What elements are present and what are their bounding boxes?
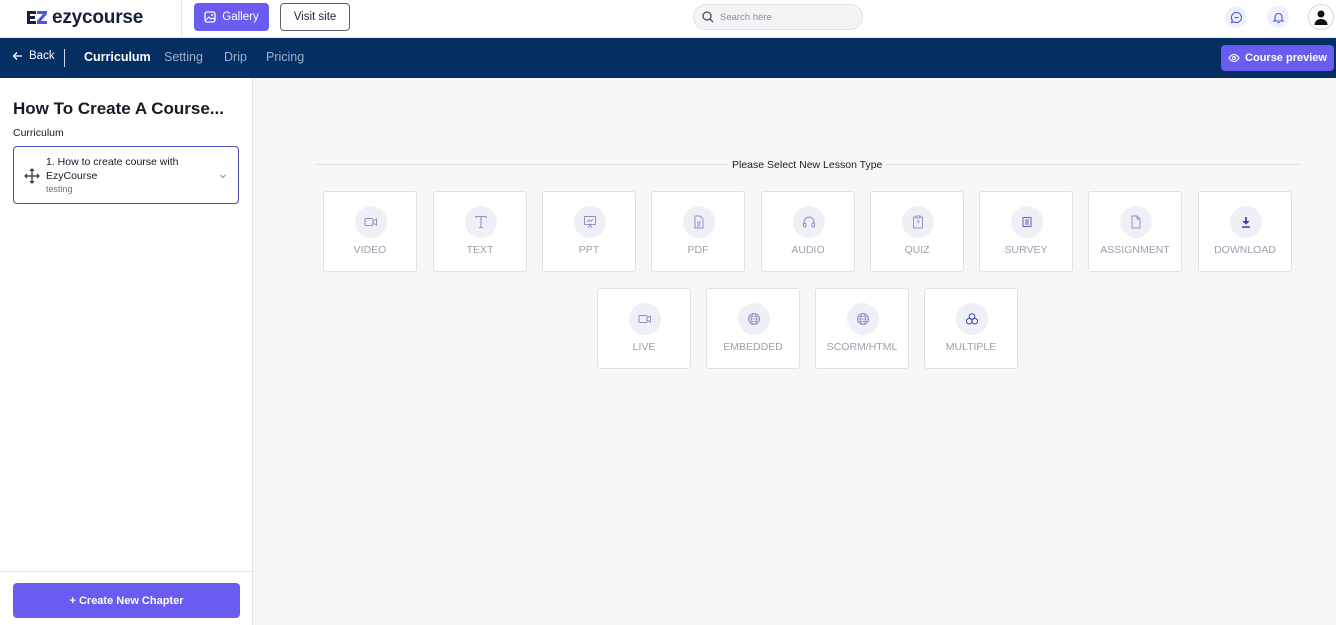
- document-icon: [683, 206, 715, 238]
- search-icon: [702, 11, 714, 23]
- tab-setting[interactable]: Setting: [164, 50, 203, 64]
- search-box[interactable]: [693, 4, 863, 30]
- avatar[interactable]: [1308, 4, 1334, 30]
- logo-text: ezycourse: [52, 7, 144, 28]
- nav-divider: [64, 49, 65, 67]
- lesson-type-video[interactable]: VIDEO: [323, 191, 417, 272]
- sidebar-footer: + Create New Chapter: [0, 571, 253, 625]
- gallery-label: Gallery: [222, 11, 259, 23]
- lesson-type-label: QUIZ: [904, 244, 930, 256]
- lesson-type-label: SURVEY: [1004, 244, 1048, 256]
- user-avatar-icon: [1314, 10, 1328, 25]
- lesson-type-label: PPT: [578, 244, 600, 256]
- lesson-type-label: EMBEDDED: [723, 341, 783, 353]
- live-video-icon: [629, 303, 661, 335]
- chat-icon: [1230, 11, 1242, 23]
- divider: [181, 0, 182, 38]
- lesson-title: 1. How to create course with EzyCourse: [46, 156, 179, 182]
- chevron-down-icon[interactable]: [218, 171, 228, 181]
- lesson-type-label: TEXT: [466, 244, 494, 256]
- file-icon: [1120, 206, 1152, 238]
- lesson-type-embedded[interactable]: EMBEDDED: [706, 288, 800, 369]
- back-button[interactable]: Back: [12, 50, 55, 62]
- multiple-icon: [956, 303, 988, 335]
- survey-icon: [1011, 206, 1043, 238]
- course-preview-label: Course preview: [1245, 52, 1327, 64]
- lesson-type-label: ASSIGNMENT: [1100, 244, 1170, 256]
- lesson-type-multiple[interactable]: MULTIPLE: [924, 288, 1018, 369]
- lesson-type-heading: Please Select New Lesson Type: [728, 159, 887, 171]
- lesson-type-survey[interactable]: SURVEY: [979, 191, 1073, 272]
- lesson-type-download[interactable]: DOWNLOAD: [1198, 191, 1292, 272]
- drag-handle-icon[interactable]: [24, 168, 40, 184]
- gallery-icon: [204, 11, 216, 23]
- back-label: Back: [29, 50, 55, 62]
- lesson-type-label: LIVE: [632, 341, 656, 353]
- lesson-type-label: SCORM/HTML: [826, 341, 898, 353]
- tab-curriculum[interactable]: Curriculum: [84, 50, 151, 64]
- gallery-button[interactable]: Gallery: [194, 3, 269, 31]
- lesson-type-label: AUDIO: [791, 244, 825, 256]
- lesson-item[interactable]: 1. How to create course with EzyCourse t…: [13, 146, 239, 204]
- curriculum-sidebar: How To Create A Course... Curriculum 1. …: [0, 78, 253, 625]
- eye-icon: [1228, 53, 1240, 63]
- logo[interactable]: ezycourse: [26, 6, 143, 30]
- top-bar: ezycourse Gallery Visit site: [0, 0, 1336, 38]
- clipboard-question-icon: [902, 206, 934, 238]
- chat-button[interactable]: [1225, 6, 1247, 28]
- course-title: How To Create A Course...: [13, 99, 224, 118]
- text-icon: [465, 206, 497, 238]
- ezycourse-logo-icon: [27, 11, 47, 24]
- visit-site-button[interactable]: Visit site: [280, 3, 350, 31]
- presentation-icon: [574, 206, 606, 238]
- lesson-type-live[interactable]: LIVE: [597, 288, 691, 369]
- bell-icon: [1272, 12, 1284, 23]
- video-icon: [355, 206, 387, 238]
- notification-button[interactable]: [1267, 6, 1289, 28]
- lesson-type-label: VIDEO: [353, 244, 387, 256]
- tab-drip[interactable]: Drip: [224, 50, 247, 64]
- lesson-type-text[interactable]: TEXT: [433, 191, 527, 272]
- lesson-subtitle: testing: [46, 184, 73, 194]
- lesson-type-pdf[interactable]: PDF: [651, 191, 745, 272]
- create-chapter-button[interactable]: + Create New Chapter: [13, 583, 240, 618]
- course-preview-button[interactable]: Course preview: [1221, 45, 1334, 71]
- download-icon: [1230, 206, 1262, 238]
- lesson-type-assignment[interactable]: ASSIGNMENT: [1088, 191, 1182, 272]
- curriculum-label: Curriculum: [13, 127, 64, 139]
- lesson-type-label: DOWNLOAD: [1214, 244, 1276, 256]
- lesson-type-scorm-html[interactable]: SCORM/HTML: [815, 288, 909, 369]
- arrow-left-icon: [12, 52, 22, 60]
- course-nav-bar: Back Curriculum Setting Drip Pricing Cou…: [0, 38, 1336, 78]
- lesson-type-ppt[interactable]: PPT: [542, 191, 636, 272]
- tab-pricing[interactable]: Pricing: [266, 50, 304, 64]
- search-input[interactable]: [720, 11, 850, 23]
- lesson-type-audio[interactable]: AUDIO: [761, 191, 855, 272]
- lesson-type-quiz[interactable]: QUIZ: [870, 191, 964, 272]
- globe-icon: [738, 303, 770, 335]
- lesson-type-label: MULTIPLE: [945, 341, 997, 353]
- headphones-icon: [793, 206, 825, 238]
- lesson-type-label: PDF: [687, 244, 709, 256]
- globe-icon: [847, 303, 879, 335]
